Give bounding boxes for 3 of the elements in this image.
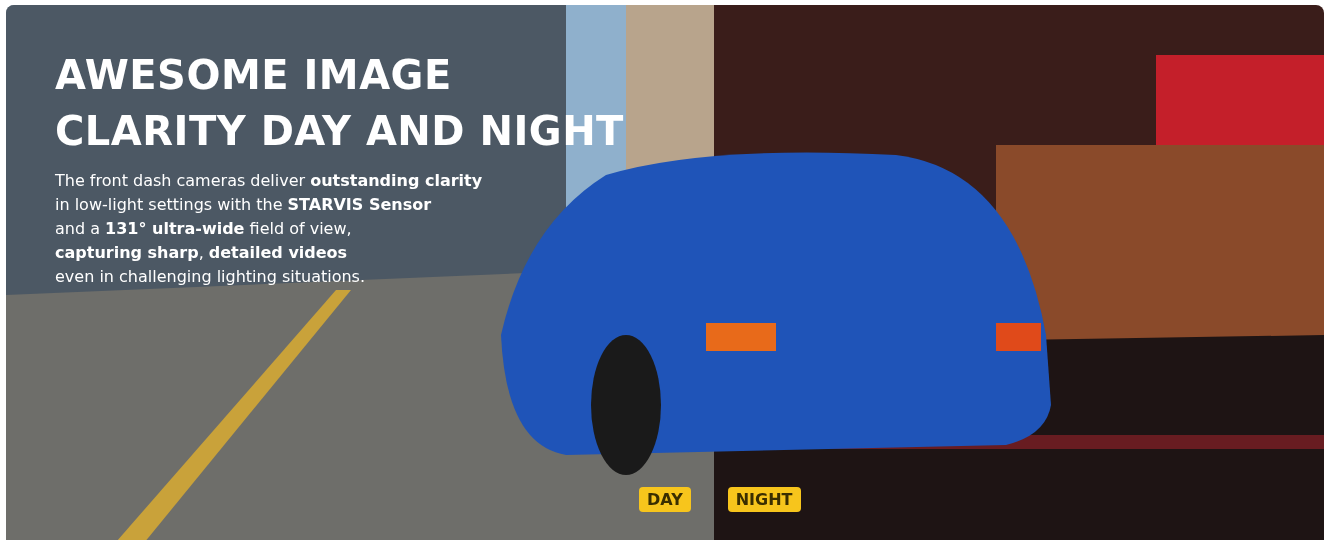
image-label: DAY [639,487,691,512]
image-label: NIGHT [727,487,801,512]
description: The front dash cameras deliver outstanding clarity in low-light settings with the STARVIS Sensor and a 131° ultra-wide field of view, capturing sharp, detailed videos even in challenging lighting situations. [55,170,484,288]
